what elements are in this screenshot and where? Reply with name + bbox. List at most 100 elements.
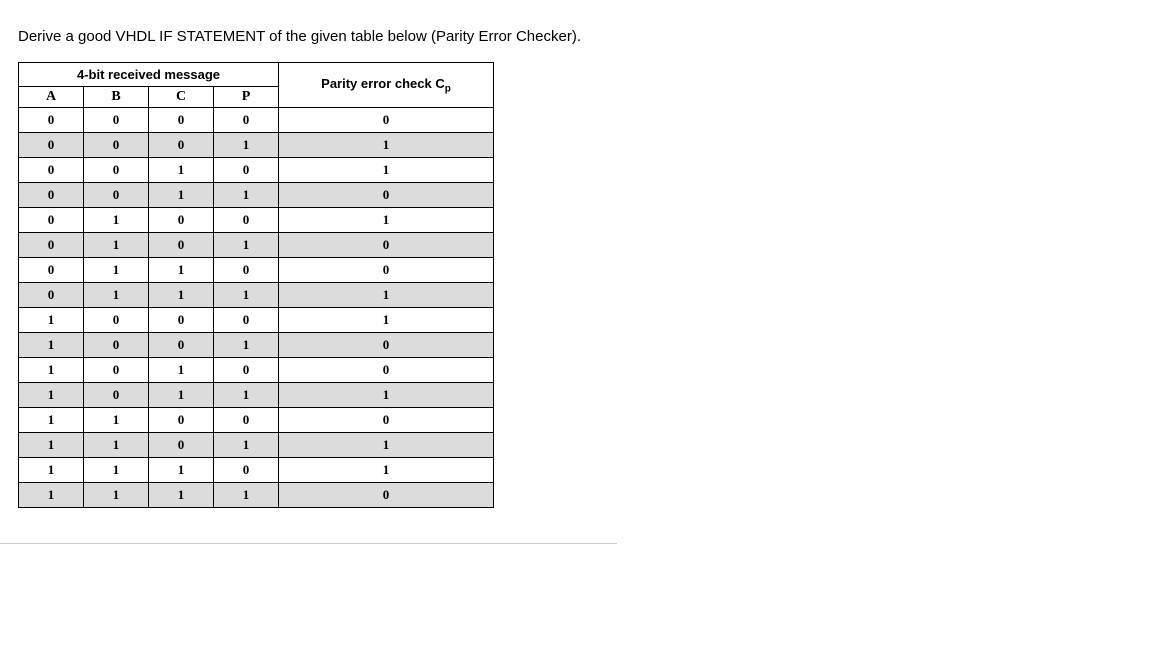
cell-b: 1 xyxy=(84,233,149,258)
table-row: 00101 xyxy=(19,158,494,183)
cell-b: 0 xyxy=(84,183,149,208)
cell-p: 1 xyxy=(214,233,279,258)
cell-a: 0 xyxy=(19,133,84,158)
cell-a: 0 xyxy=(19,158,84,183)
cell-p: 0 xyxy=(214,108,279,133)
parity-header-sub: p xyxy=(445,83,451,94)
cell-p: 1 xyxy=(214,383,279,408)
cell-c: 1 xyxy=(149,183,214,208)
cell-p: 1 xyxy=(214,333,279,358)
cell-b: 1 xyxy=(84,433,149,458)
cell-c: 0 xyxy=(149,308,214,333)
cell-cp: 1 xyxy=(279,158,494,183)
cell-a: 0 xyxy=(19,283,84,308)
cell-cp: 1 xyxy=(279,308,494,333)
cell-p: 1 xyxy=(214,183,279,208)
table-body: 0000000011001010011001001010100110001111… xyxy=(19,108,494,508)
cell-c: 1 xyxy=(149,283,214,308)
cell-c: 0 xyxy=(149,233,214,258)
col-header-p: P xyxy=(214,87,279,108)
cell-cp: 1 xyxy=(279,458,494,483)
cell-p: 1 xyxy=(214,483,279,508)
cell-cp: 1 xyxy=(279,133,494,158)
cell-b: 0 xyxy=(84,108,149,133)
cell-cp: 0 xyxy=(279,258,494,283)
cell-cp: 0 xyxy=(279,408,494,433)
divider xyxy=(0,543,617,544)
cell-a: 0 xyxy=(19,108,84,133)
table-row: 11011 xyxy=(19,433,494,458)
cell-c: 0 xyxy=(149,333,214,358)
table-row: 11101 xyxy=(19,458,494,483)
cell-p: 0 xyxy=(214,408,279,433)
cell-b: 0 xyxy=(84,358,149,383)
cell-b: 0 xyxy=(84,308,149,333)
parity-table: 4-bit received message Parity error chec… xyxy=(18,62,494,508)
cell-b: 1 xyxy=(84,408,149,433)
table-row: 01111 xyxy=(19,283,494,308)
question-text: Derive a good VHDL IF STATEMENT of the g… xyxy=(18,28,581,45)
cell-p: 1 xyxy=(214,433,279,458)
cell-c: 1 xyxy=(149,358,214,383)
cell-a: 1 xyxy=(19,333,84,358)
cell-b: 1 xyxy=(84,458,149,483)
cell-c: 0 xyxy=(149,408,214,433)
table-row: 10001 xyxy=(19,308,494,333)
cell-c: 1 xyxy=(149,158,214,183)
cell-cp: 0 xyxy=(279,108,494,133)
cell-p: 0 xyxy=(214,458,279,483)
cell-a: 1 xyxy=(19,433,84,458)
col-header-b: B xyxy=(84,87,149,108)
cell-b: 1 xyxy=(84,208,149,233)
cell-cp: 0 xyxy=(279,358,494,383)
cell-c: 0 xyxy=(149,133,214,158)
cell-c: 1 xyxy=(149,258,214,283)
table-row: 11110 xyxy=(19,483,494,508)
cell-cp: 0 xyxy=(279,183,494,208)
table-row: 10010 xyxy=(19,333,494,358)
table-row: 00000 xyxy=(19,108,494,133)
cell-c: 0 xyxy=(149,433,214,458)
cell-p: 0 xyxy=(214,308,279,333)
cell-a: 1 xyxy=(19,408,84,433)
cell-a: 1 xyxy=(19,383,84,408)
group-header: 4-bit received message xyxy=(19,63,279,87)
cell-cp: 1 xyxy=(279,208,494,233)
parity-header-prefix: Parity error check C xyxy=(321,76,445,91)
cell-c: 1 xyxy=(149,483,214,508)
cell-cp: 0 xyxy=(279,333,494,358)
cell-a: 0 xyxy=(19,258,84,283)
table-row: 10111 xyxy=(19,383,494,408)
parity-table-container: 4-bit received message Parity error chec… xyxy=(18,62,494,508)
table-row: 11000 xyxy=(19,408,494,433)
cell-b: 0 xyxy=(84,158,149,183)
cell-cp: 0 xyxy=(279,483,494,508)
cell-p: 0 xyxy=(214,158,279,183)
cell-cp: 1 xyxy=(279,383,494,408)
cell-b: 1 xyxy=(84,483,149,508)
cell-c: 1 xyxy=(149,383,214,408)
col-header-a: A xyxy=(19,87,84,108)
cell-c: 0 xyxy=(149,108,214,133)
table-row: 00110 xyxy=(19,183,494,208)
cell-c: 0 xyxy=(149,208,214,233)
cell-c: 1 xyxy=(149,458,214,483)
cell-p: 0 xyxy=(214,358,279,383)
cell-a: 0 xyxy=(19,208,84,233)
col-header-c: C xyxy=(149,87,214,108)
cell-b: 1 xyxy=(84,283,149,308)
cell-a: 1 xyxy=(19,308,84,333)
table-row: 01010 xyxy=(19,233,494,258)
cell-a: 1 xyxy=(19,483,84,508)
cell-a: 0 xyxy=(19,183,84,208)
cell-p: 1 xyxy=(214,133,279,158)
cell-cp: 1 xyxy=(279,283,494,308)
table-row: 01001 xyxy=(19,208,494,233)
cell-b: 0 xyxy=(84,333,149,358)
table-row: 00011 xyxy=(19,133,494,158)
cell-a: 1 xyxy=(19,458,84,483)
cell-cp: 1 xyxy=(279,433,494,458)
cell-p: 1 xyxy=(214,283,279,308)
cell-b: 0 xyxy=(84,133,149,158)
cell-p: 0 xyxy=(214,208,279,233)
